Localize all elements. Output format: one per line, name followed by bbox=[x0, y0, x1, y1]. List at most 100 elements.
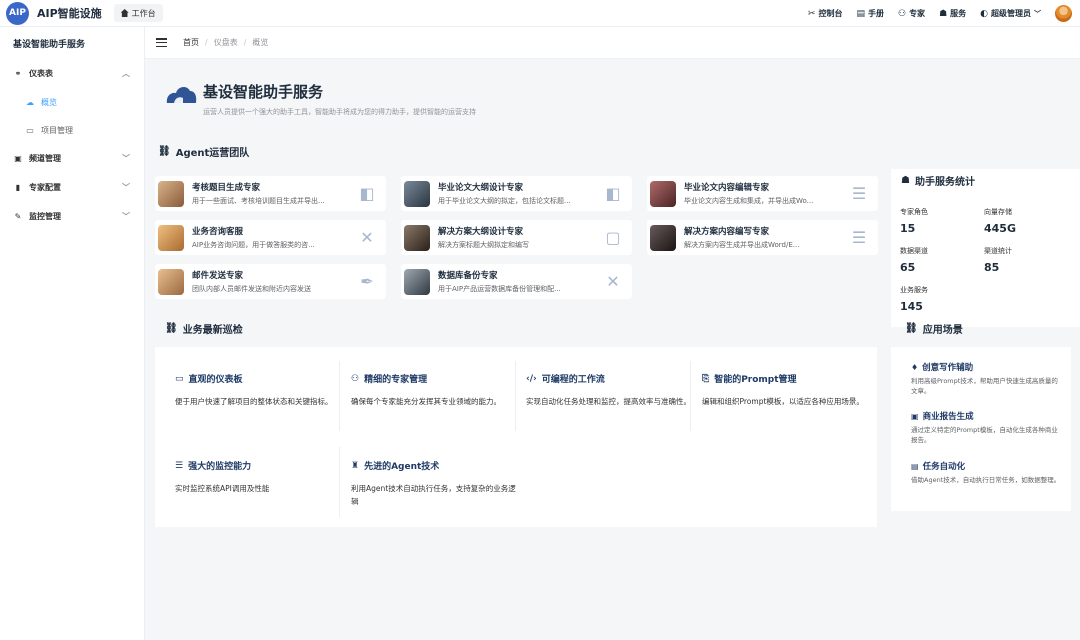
nav-expert[interactable]: ⚇ 专家 bbox=[898, 8, 925, 19]
sidebar-item-label: 频道管理 bbox=[29, 154, 61, 163]
agent-card[interactable]: 解决方案大纲设计专家 解决方案标题大纲拟定和编写 ▢ bbox=[401, 220, 632, 255]
link-icon: ⛓ bbox=[905, 323, 918, 334]
shield-doc-icon: ◧ bbox=[359, 184, 375, 203]
stat-value: 85 bbox=[984, 261, 1000, 274]
sidebar-item-channels[interactable]: ▣ 频道管理 ﹀ bbox=[0, 144, 144, 173]
stats-title-label: 助手服务统计 bbox=[914, 177, 975, 188]
agent-name: 解决方案内容编写专家 bbox=[684, 227, 770, 237]
feature-desc: 实时监控系统API调用及性能 bbox=[175, 484, 270, 493]
nav-manual[interactable]: ▤ 手册 bbox=[856, 8, 884, 19]
feature-card: ⚇ 精细的专家管理 确保每个专家能充分发挥其专业领域的能力。 bbox=[351, 372, 521, 408]
stat-expert-roles: 专家角色 15 bbox=[900, 207, 928, 235]
agent-card[interactable]: 毕业论文大纲设计专家 用于毕业论文大纲的拟定，包括论文标题... ◧ bbox=[401, 176, 632, 211]
link-icon: ⛓ bbox=[158, 146, 171, 157]
feature-title: 强大的监控能力 bbox=[188, 462, 252, 472]
tab-workbench[interactable]: 工作台 bbox=[113, 4, 163, 22]
agent-card[interactable]: 邮件发送专家 团队内部人员邮件发送和附近内容发送 ✒ bbox=[155, 264, 386, 299]
agent-card[interactable]: 毕业论文内容编辑专家 毕业论文内容生成和集成，并导出成Wo... ☰ bbox=[647, 176, 878, 211]
tools-icon: ✕ bbox=[360, 228, 374, 247]
menu-toggle-icon[interactable] bbox=[156, 38, 167, 47]
scene-title: 任务自动化 bbox=[922, 462, 966, 472]
stat-channel-stats: 渠道统计 85 bbox=[984, 246, 1012, 274]
breadcrumb: 首页 / 仪盘表 / 概览 bbox=[145, 27, 1080, 59]
stat-business-services: 业务服务 145 bbox=[900, 285, 928, 313]
clipboard-icon: ▤ bbox=[911, 461, 919, 471]
stat-label: 业务服务 bbox=[900, 286, 928, 294]
stat-value: 145 bbox=[900, 300, 923, 313]
stat-label: 向量存储 bbox=[984, 208, 1012, 216]
channel-icon: ▣ bbox=[14, 154, 22, 163]
feature-card: ♜ 先进的Agent技术 利用Agent技术自动执行任务，支持复杂的业务逻辑 bbox=[351, 459, 521, 508]
link-icon: ⛓ bbox=[165, 323, 178, 334]
agent-avatar bbox=[404, 180, 430, 207]
avatar[interactable] bbox=[1055, 5, 1072, 22]
inspection-section-title: ⛓ 业务最新巡检 bbox=[165, 321, 243, 336]
agent-desc: 用于一些面试、考核培训题目生成并导出... bbox=[192, 197, 325, 205]
agent-card[interactable]: 考核题目生成专家用于一些面试、考核培训题目生成并导出... ◧ bbox=[155, 176, 386, 211]
nav-console[interactable]: ✂ 控制台 bbox=[808, 8, 843, 19]
agent-avatar bbox=[650, 224, 676, 251]
user-role-label: 超级管理员 bbox=[991, 9, 1031, 18]
feature-desc: 利用Agent技术自动执行任务，支持复杂的业务逻辑 bbox=[351, 484, 516, 506]
breadcrumb-overview: 概览 bbox=[252, 38, 269, 47]
feature-title: 智能的Prompt管理 bbox=[714, 375, 797, 385]
sidebar-item-projects[interactable]: ▭ 项目管理 bbox=[0, 116, 144, 144]
feature-card: ‹/› 可编程的工作流 实现自动化任务处理和监控，提高效率与准确性。 bbox=[526, 372, 696, 408]
server-icon: ☰ bbox=[175, 460, 184, 471]
stat-label: 专家角色 bbox=[900, 208, 928, 216]
top-nav: ✂ 控制台 ▤ 手册 ⚇ 专家 ☗ 服务 ◐ 超级管理员 ﹀ bbox=[794, 0, 1072, 27]
app-logo[interactable]: AIP bbox=[6, 1, 29, 25]
sidebar-item-label: 专家配置 bbox=[29, 183, 61, 192]
nav-expert-label: 专家 bbox=[909, 9, 926, 18]
stat-value: 65 bbox=[900, 261, 916, 274]
scenes-section-title: ⛓ 应用场景 bbox=[905, 321, 963, 336]
server-icon: ☰ bbox=[851, 184, 867, 203]
agent-name: 邮件发送专家 bbox=[192, 271, 244, 281]
breadcrumb-home[interactable]: 首页 bbox=[183, 37, 199, 48]
feature-grid: ▭ 直观的仪表板 便于用户快速了解项目的整体状态和关键指标。 ⚇ 精细的专家管理 确… bbox=[155, 347, 877, 527]
feature-desc: 确保每个专家能充分发挥其专业领域的能力。 bbox=[351, 397, 501, 406]
page-title: 基设智能助手服务 bbox=[203, 83, 324, 101]
sidebar-item-overview[interactable]: ☁ 概览 bbox=[0, 88, 144, 116]
shield-doc-icon: ◧ bbox=[605, 184, 621, 203]
feature-title: 可编程的工作流 bbox=[541, 375, 605, 385]
agent-card[interactable]: 业务咨询客服 AIP业务咨询问题，用于做答服类的咨... ✕ bbox=[155, 220, 386, 255]
agent-desc: 解决方案标题大纲拟定和编写 bbox=[438, 241, 529, 249]
scene-item: ▤ 任务自动化 借助Agent技术，自动执行日常任务，如数据整理。 bbox=[911, 460, 1061, 485]
feature-title: 精细的专家管理 bbox=[364, 375, 428, 385]
briefcase-icon: ▣ bbox=[911, 411, 919, 421]
stats-panel: ☗ 助手服务统计 专家角色 15 向量存储 445G 数据渠道 65 渠道统计 … bbox=[891, 169, 1080, 327]
nav-console-label: 控制台 bbox=[818, 9, 843, 18]
monitor-icon: ▭ bbox=[26, 125, 34, 135]
agent-avatar bbox=[158, 268, 184, 295]
feature-card: ⎘ 智能的Prompt管理 编辑和组织Prompt模板，以适应各种应用场景。 bbox=[702, 372, 872, 408]
nav-service[interactable]: ☗ 服务 bbox=[939, 8, 966, 19]
scene-desc: 通过定义特定的Prompt模板，自动化生成各种商业报告。 bbox=[911, 426, 1058, 444]
agent-avatar bbox=[158, 224, 184, 251]
agent-name: 数据库备份专家 bbox=[438, 271, 498, 281]
scene-desc: 借助Agent技术，自动执行日常任务，如数据整理。 bbox=[911, 476, 1061, 484]
agent-name: 考核题目生成专家 bbox=[192, 183, 261, 193]
tools-icon: ✂ bbox=[807, 8, 816, 19]
feature-desc: 编辑和组织Prompt模板，以适应各种应用场景。 bbox=[702, 397, 864, 406]
agent-card[interactable]: 数据库备份专家 用于AIP产品运营数据库备份管理和配... ✕ bbox=[401, 264, 632, 299]
expert-config-icon: ▮ bbox=[15, 183, 21, 192]
feature-title: 先进的Agent技术 bbox=[364, 462, 440, 472]
sidebar-item-dashboard[interactable]: ⚭ 仪表表 ︿ bbox=[0, 59, 144, 88]
chevron-down-icon: ﹀ bbox=[1034, 9, 1041, 18]
agent-desc: AIP业务咨询问题，用于做答服类的咨... bbox=[192, 241, 315, 249]
sidebar-item-experts[interactable]: ▮ 专家配置 ﹀ bbox=[0, 173, 144, 202]
tools-icon: ✕ bbox=[606, 272, 620, 291]
agent-card[interactable]: 解决方案内容编写专家 解决方案内容生成并导出成Word/E... ☰ bbox=[647, 220, 878, 255]
server-icon: ☰ bbox=[851, 228, 867, 247]
feature-title: 直观的仪表板 bbox=[188, 375, 243, 385]
scenes-section-label: 应用场景 bbox=[922, 325, 963, 336]
sidebar-item-monitoring[interactable]: ✎ 监控管理 ﹀ bbox=[0, 202, 144, 231]
main-content: 首页 / 仪盘表 / 概览 基设智能助手服务 运营人员提供一个强大的助手工具，智… bbox=[145, 27, 1080, 640]
sidebar: 基设智能助手服务 ⚭ 仪表表 ︿ ☁ 概览 ▭ 项目管理 ▣ 频道管理 ﹀ ▮ … bbox=[0, 27, 145, 640]
breadcrumb-dashboard[interactable]: 仪盘表 bbox=[214, 37, 238, 48]
monitor-icon: ▭ bbox=[175, 373, 184, 384]
lightbulb-icon: ♦ bbox=[911, 362, 919, 372]
user-menu[interactable]: ◐ 超级管理员 ﹀ bbox=[980, 8, 1041, 19]
chevron-down-icon: ﹀ bbox=[122, 154, 130, 163]
